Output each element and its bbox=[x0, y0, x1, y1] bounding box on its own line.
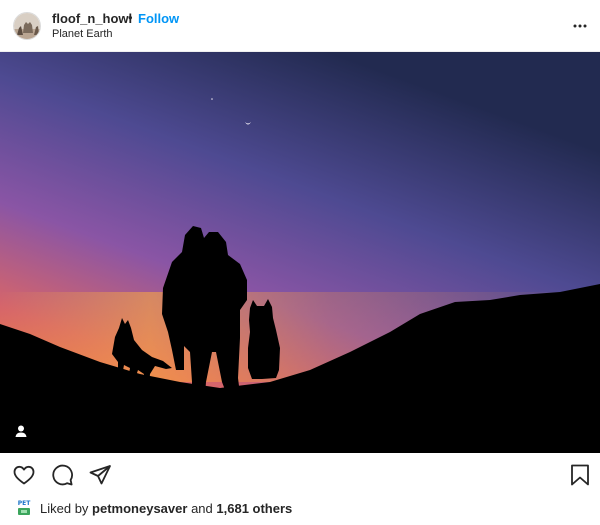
separator-dot: • bbox=[128, 10, 133, 25]
heart-icon[interactable] bbox=[12, 463, 36, 487]
liker-username-link[interactable]: petmoneysaver bbox=[92, 501, 187, 516]
more-options-icon[interactable] bbox=[570, 18, 590, 34]
post-actions bbox=[0, 455, 600, 495]
liker-avatar[interactable]: PET bbox=[16, 500, 32, 516]
bookmark-icon[interactable] bbox=[568, 463, 592, 487]
likes-count-link[interactable]: 1,681 others bbox=[216, 501, 292, 516]
instagram-post: floof_n_howl • Follow Planet Earth PET L… bbox=[0, 0, 600, 525]
person-icon[interactable] bbox=[12, 422, 30, 440]
follow-button[interactable]: Follow bbox=[138, 11, 179, 26]
profile-avatar[interactable] bbox=[13, 12, 41, 40]
likes-summary: PET Liked by petmoneysaver and 1,681 oth… bbox=[16, 499, 293, 517]
paper-plane-icon[interactable] bbox=[88, 463, 112, 487]
post-image[interactable] bbox=[0, 52, 600, 453]
liker-avatar-text: PET bbox=[17, 500, 31, 507]
location-link[interactable]: Planet Earth bbox=[52, 28, 113, 40]
liked-by-label: Liked by bbox=[40, 500, 89, 516]
comment-icon[interactable] bbox=[50, 463, 74, 487]
and-label: and bbox=[191, 500, 213, 516]
post-header: floof_n_howl • Follow Planet Earth bbox=[0, 0, 600, 52]
username-link[interactable]: floof_n_howl bbox=[52, 11, 132, 26]
